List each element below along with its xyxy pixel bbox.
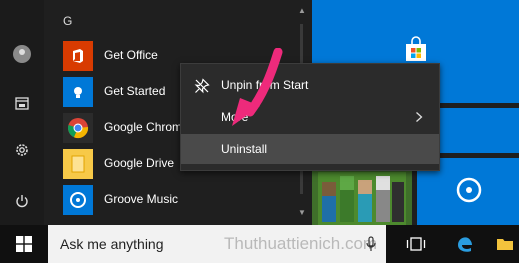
app-name: Google Drive	[104, 156, 175, 170]
chrome-icon	[63, 113, 93, 143]
scroll-up-arrow-icon[interactable]: ▲	[297, 6, 307, 16]
edge-icon	[458, 237, 472, 252]
file-explorer-icon	[15, 97, 29, 110]
menu-item-more[interactable]: More	[181, 102, 439, 132]
scroll-down-arrow-icon[interactable]: ▼	[297, 208, 307, 218]
office-icon	[63, 41, 93, 71]
lightbulb-icon	[63, 77, 93, 107]
taskbar: Ask me anything Thuthuattienich.com	[0, 225, 519, 263]
start-button[interactable]	[0, 225, 48, 263]
app-name: Get Office	[104, 48, 158, 62]
file-explorer-taskbar-button[interactable]	[491, 225, 519, 263]
menu-item-unpin-from-start[interactable]: Unpin from Start	[181, 70, 439, 100]
app-name: Get Started	[104, 84, 166, 98]
unpin-icon	[194, 78, 210, 94]
context-menu: Unpin from Start More Uninstall	[180, 63, 440, 171]
user-avatar-button[interactable]	[0, 36, 44, 72]
watermark-text: Thuthuattienich.com	[224, 234, 378, 253]
search-box[interactable]: Ask me anything Thuthuattienich.com	[48, 225, 386, 263]
store-bag-icon	[406, 36, 426, 61]
app-item-groove-music[interactable]: Groove Music	[44, 182, 296, 218]
settings-button[interactable]	[0, 132, 44, 168]
settings-gear-icon	[16, 144, 28, 156]
annotation-arrow-icon	[232, 48, 283, 126]
app-name: Google Chrome	[104, 120, 189, 134]
windows-logo-icon	[16, 236, 32, 252]
task-view-button[interactable]	[398, 225, 434, 263]
folder-icon	[497, 239, 513, 250]
menu-item-label: Uninstall	[221, 142, 268, 156]
minecraft-characters-icon	[318, 172, 406, 225]
menu-item-uninstall[interactable]: Uninstall	[181, 134, 439, 164]
start-left-rail	[0, 0, 44, 225]
power-icon	[16, 195, 28, 208]
microphone-icon[interactable]	[366, 236, 376, 252]
power-button[interactable]	[0, 183, 44, 219]
edge-button[interactable]	[447, 225, 483, 263]
groove-disc-icon	[456, 177, 482, 203]
drive-file-icon	[63, 149, 93, 179]
app-name: Groove Music	[104, 192, 179, 206]
search-placeholder: Ask me anything	[60, 236, 164, 252]
chevron-right-icon	[416, 112, 423, 122]
groove-music-icon	[63, 185, 93, 215]
section-letter-header[interactable]: G	[63, 14, 72, 28]
user-avatar-icon	[13, 45, 31, 63]
task-view-icon	[406, 237, 426, 251]
file-explorer-button[interactable]	[0, 85, 44, 121]
